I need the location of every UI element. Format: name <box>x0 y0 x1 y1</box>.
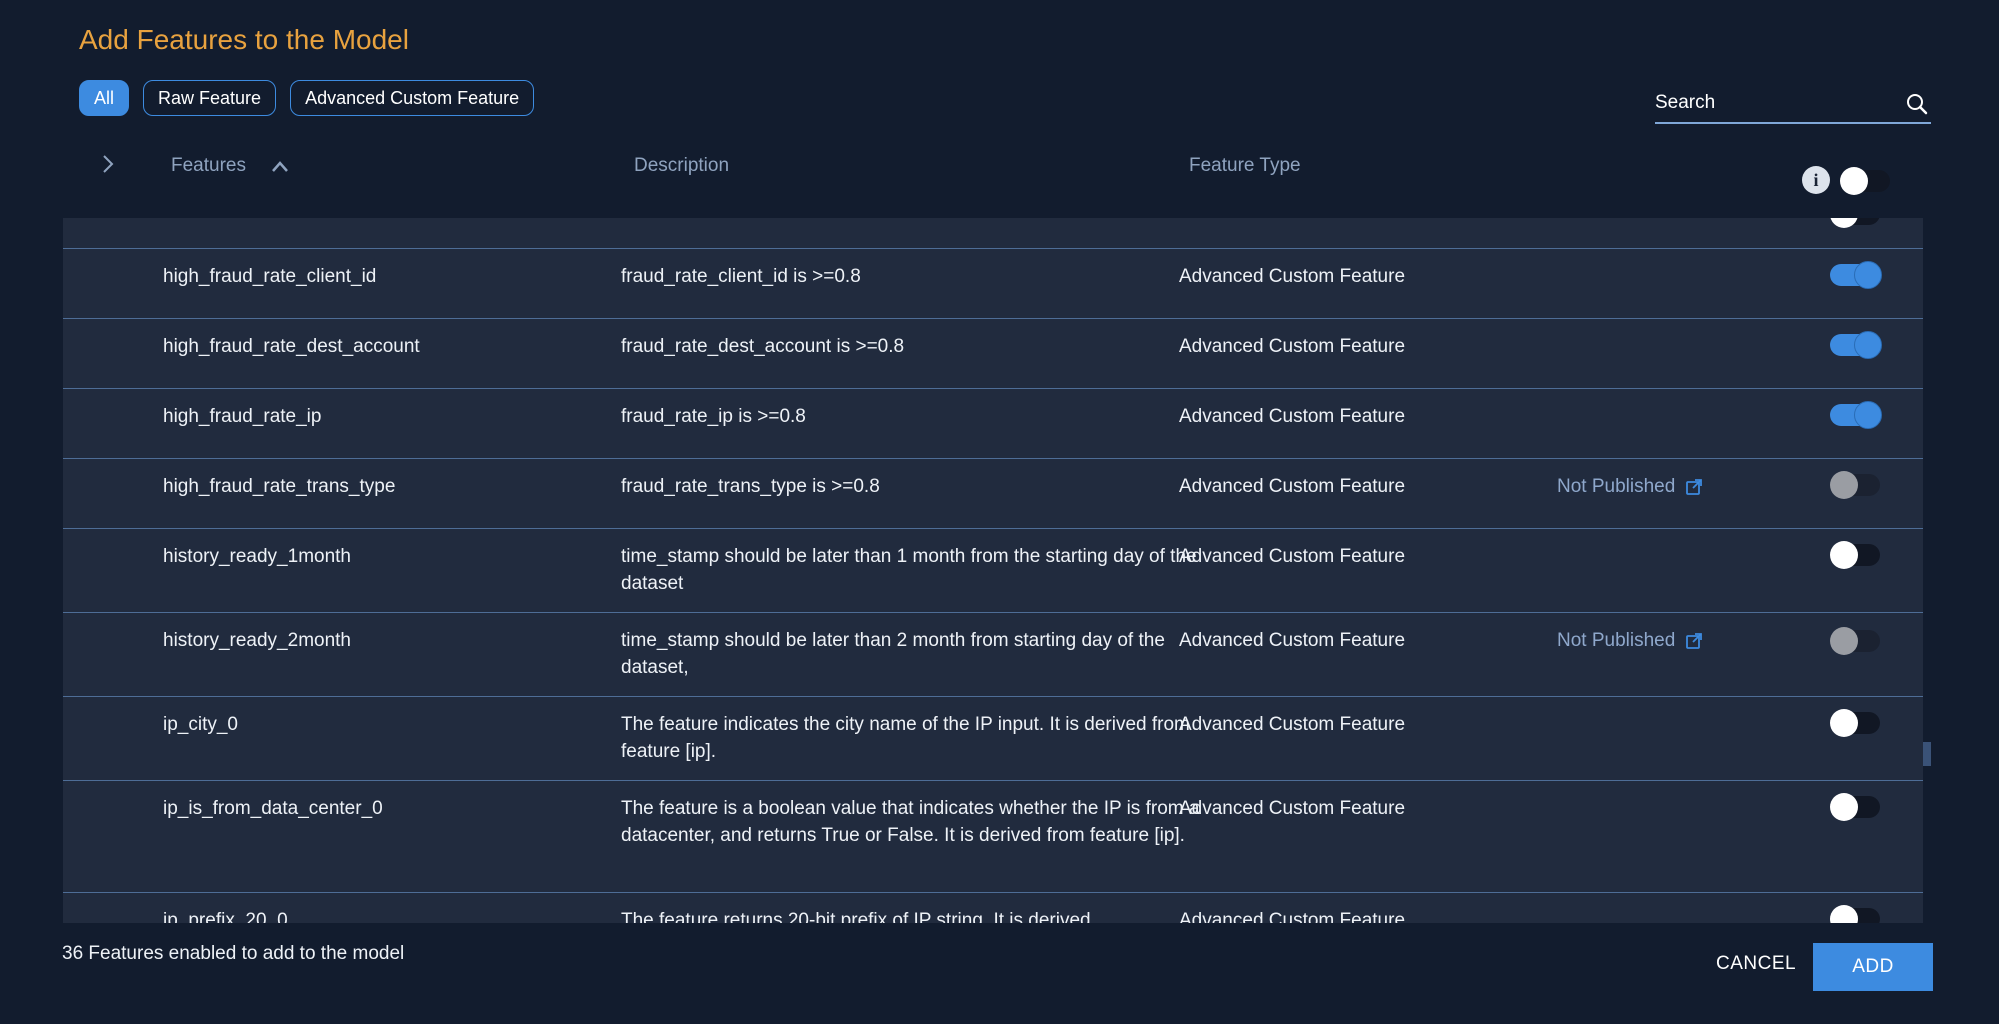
expand-all-chevron-icon[interactable] <box>100 152 116 181</box>
feature-name: ip_prefix_20_0 <box>163 910 288 923</box>
table-row: history_ready_2month time_stamp should b… <box>63 612 1923 696</box>
feature-name: ip_is_from_data_center_0 <box>163 798 383 819</box>
header-features[interactable]: Features <box>171 155 246 177</box>
search-icon[interactable] <box>1905 92 1929 121</box>
toggle-knob <box>1830 218 1858 228</box>
search-box <box>1655 88 1931 124</box>
table-row: ip_prefix_20_0 The feature returns 20-bi… <box>63 892 1923 923</box>
feature-type: Advanced Custom Feature <box>1179 266 1406 287</box>
dialog-title: Add Features to the Model <box>79 24 409 55</box>
publish-status-link[interactable]: Not Published <box>1557 627 1703 654</box>
feature-toggle[interactable] <box>1830 331 1882 359</box>
feature-type: Advanced Custom Feature <box>1179 910 1406 923</box>
external-link-icon <box>1686 478 1703 495</box>
toggle-knob <box>1854 401 1882 429</box>
feature-toggle[interactable] <box>1830 471 1880 499</box>
publish-status-label: Not Published <box>1557 630 1676 651</box>
features-table: high_fraud_rate_client_id fraud_rate_cli… <box>63 218 1923 923</box>
table-row: high_fraud_rate_client_id fraud_rate_cli… <box>63 248 1923 318</box>
feature-description: The feature indicates the city name of t… <box>621 714 1190 762</box>
feature-toggle[interactable] <box>1830 218 1880 228</box>
feature-name: high_fraud_rate_trans_type <box>163 476 396 497</box>
feature-type: Advanced Custom Feature <box>1179 336 1406 357</box>
feature-type: Advanced Custom Feature <box>1179 546 1406 567</box>
toggle-knob <box>1854 261 1882 289</box>
feature-description: fraud_rate_ip is >=0.8 <box>621 406 806 427</box>
publish-status-label: Not Published <box>1557 476 1676 497</box>
feature-description: The feature returns 20-bit prefix of IP … <box>621 910 1091 923</box>
feature-description: time_stamp should be later than 1 month … <box>621 546 1197 594</box>
toggle-knob <box>1830 471 1858 499</box>
select-all-toggle[interactable] <box>1840 167 1890 195</box>
feature-toggle[interactable] <box>1830 261 1882 289</box>
table-row: high_fraud_rate_dest_account fraud_rate_… <box>63 318 1923 388</box>
toggle-knob <box>1830 709 1858 737</box>
table-row: ip_is_from_data_center_0 The feature is … <box>63 780 1923 892</box>
feature-type: Advanced Custom Feature <box>1179 798 1406 819</box>
table-row: high_fraud_rate_trans_type fraud_rate_tr… <box>63 458 1923 528</box>
filter-all-chip[interactable]: All <box>79 80 130 116</box>
feature-type: Advanced Custom Feature <box>1179 406 1406 427</box>
feature-name: high_fraud_rate_client_id <box>163 266 377 287</box>
feature-description: The feature is a boolean value that indi… <box>621 798 1200 846</box>
enabled-count-text: 36 Features enabled to add to the model <box>62 943 405 964</box>
feature-name: history_ready_1month <box>163 546 351 567</box>
toggle-knob <box>1830 793 1858 821</box>
sort-ascending-icon[interactable] <box>270 158 290 179</box>
feature-toggle[interactable] <box>1830 905 1880 923</box>
table-scrollbar-thumb[interactable] <box>1923 742 1931 766</box>
header-feature-type: Feature Type <box>1189 155 1301 176</box>
feature-description: time_stamp should be later than 2 month … <box>621 630 1165 678</box>
feature-type: Advanced Custom Feature <box>1179 630 1406 651</box>
external-link-icon <box>1686 632 1703 649</box>
cancel-button[interactable]: CANCEL <box>1716 953 1796 975</box>
feature-toggle[interactable] <box>1830 709 1880 737</box>
header-description: Description <box>634 155 730 176</box>
filter-raw-feature-chip[interactable]: Raw Feature <box>143 80 277 116</box>
feature-description: fraud_rate_dest_account is >=0.8 <box>621 336 905 357</box>
add-button[interactable]: ADD <box>1813 943 1933 991</box>
filter-advanced-custom-feature-chip[interactable]: Advanced Custom Feature <box>290 80 535 116</box>
feature-description: fraud_rate_client_id is >=0.8 <box>621 266 861 287</box>
toggle-knob <box>1830 541 1858 569</box>
feature-name: ip_city_0 <box>163 714 238 735</box>
table-row: history_ready_1month time_stamp should b… <box>63 528 1923 612</box>
feature-name: high_fraud_rate_ip <box>163 406 322 427</box>
feature-name: history_ready_2month <box>163 630 351 651</box>
toggle-knob <box>1830 627 1858 655</box>
feature-name: high_fraud_rate_dest_account <box>163 336 420 357</box>
search-input[interactable] <box>1655 88 1885 118</box>
table-row: high_fraud_rate_ip fraud_rate_ip is >=0.… <box>63 388 1923 458</box>
publish-status-link[interactable]: Not Published <box>1557 473 1703 500</box>
table-row-partial <box>63 218 1923 248</box>
info-icon[interactable]: i <box>1802 166 1830 194</box>
feature-description: fraud_rate_trans_type is >=0.8 <box>621 476 880 497</box>
table-row: ip_city_0 The feature indicates the city… <box>63 696 1923 780</box>
filter-chips: All Raw Feature Advanced Custom Feature <box>79 80 535 116</box>
feature-toggle[interactable] <box>1830 401 1882 429</box>
toggle-knob <box>1840 167 1868 195</box>
feature-type: Advanced Custom Feature <box>1179 476 1406 497</box>
feature-toggle[interactable] <box>1830 793 1880 821</box>
feature-toggle[interactable] <box>1830 541 1880 569</box>
feature-type: Advanced Custom Feature <box>1179 714 1406 735</box>
feature-toggle[interactable] <box>1830 627 1880 655</box>
toggle-knob <box>1830 905 1858 923</box>
toggle-knob <box>1854 331 1882 359</box>
